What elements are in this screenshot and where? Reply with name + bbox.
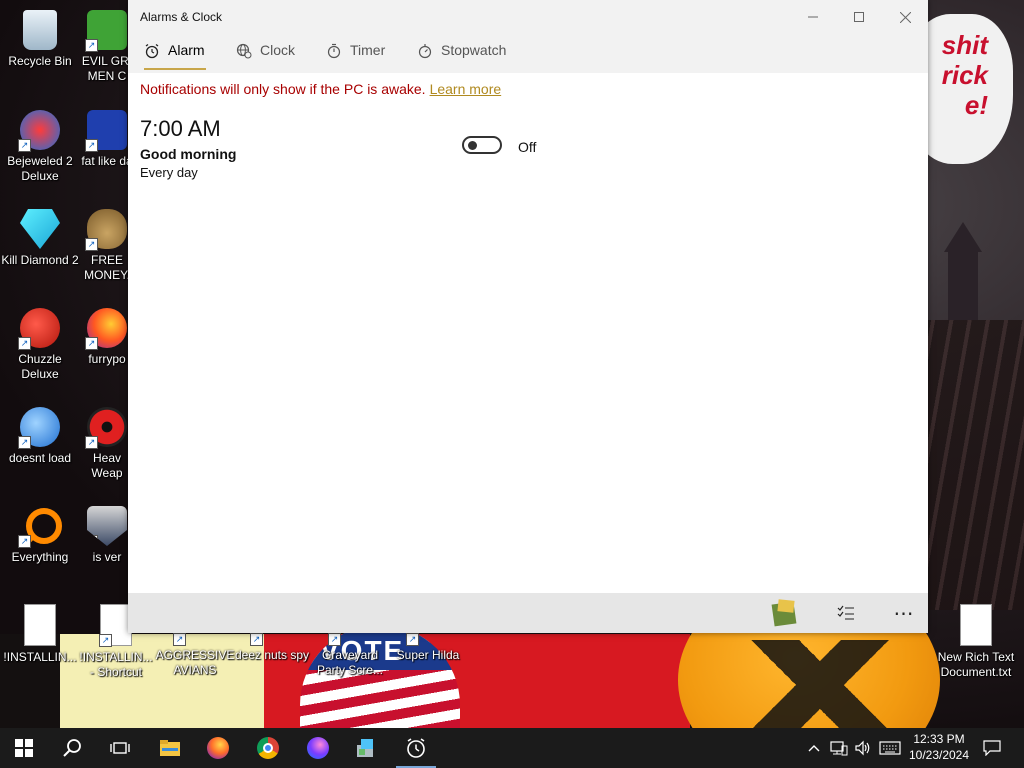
recycle-bin-icon [23,10,57,50]
firefox-nightly-button[interactable] [294,728,342,768]
bejeweled-icon: ↗ [18,110,60,152]
volume-button[interactable] [852,728,874,768]
bonus-pack-button[interactable] [764,593,804,633]
title-bar[interactable]: Alarms & Clock [128,0,928,34]
search-icon: ↗ [18,506,62,548]
wallpaper-speech-text: shit rick e! [941,30,988,120]
money-bag-icon: ↗ [85,209,127,251]
keyboard-icon [879,741,901,755]
desktop-icon-new-rich-text[interactable]: New Rich Text Document.txt [936,604,1016,680]
notification-icon [983,740,1001,756]
text-file-icon [24,604,56,646]
chrome-taskbar-button[interactable] [244,728,292,768]
stopwatch-icon [418,44,432,59]
tab-timer-label: Timer [350,42,386,58]
desktop-icon-recycle-bin[interactable]: Recycle Bin [0,10,80,69]
tab-stopwatch-label: Stopwatch [441,42,507,58]
tab-timer[interactable]: Timer [326,42,385,70]
thunderbird-icon: ↗ [18,407,60,449]
shield-icon: ↗ [87,506,127,546]
desktop-icon-kill-diamond[interactable]: Kill Diamond 2 [0,209,80,268]
tab-alarm-label: Alarm [168,42,205,58]
desktop-icon-installing[interactable]: !INSTALLIN... [0,604,80,665]
more-icon: ⋯ [893,602,915,625]
tab-clock[interactable]: Clock [236,42,295,70]
world-clock-icon [236,43,252,59]
clock-time: 12:33 PM [913,732,965,746]
alarm-repeat: Every day [140,165,198,180]
alarm-toggle-state: Off [518,139,537,155]
search-icon [63,739,81,757]
notice-text: Notifications will only show if the PC i… [140,81,426,97]
alarm-name: Good morning [140,146,237,162]
wallpaper-church-roof [944,222,982,252]
command-bar: ⋯ [128,593,928,633]
chevron-up-icon [808,745,820,752]
close-button[interactable] [882,0,928,34]
desktop-icon-everything[interactable]: ↗ Everything [0,506,80,565]
firefox-icon [207,737,229,759]
tab-alarm[interactable]: Alarm [144,42,206,70]
show-hidden-icons-button[interactable] [804,728,824,768]
desktop-icon-doesnt-load[interactable]: ↗ doesnt load [0,407,80,466]
bonus-pack-icon [771,599,797,627]
alarm-time: 7:00 AM [140,116,221,141]
desktop-icon-bejeweled[interactable]: ↗ Bejeweled 2 Deluxe [0,110,80,184]
diamond-icon [20,209,60,249]
chrome-icon [257,737,279,759]
app-installer-button[interactable] [342,728,390,768]
firefox-nightly-icon [307,737,329,759]
awake-notice: Notifications will only show if the PC i… [140,81,501,97]
file-explorer-button[interactable] [146,728,194,768]
tab-stopwatch[interactable]: Stopwatch [417,42,506,70]
select-alarms-button[interactable] [826,593,866,633]
minimize-icon [808,16,818,18]
toggle-knob [468,141,477,150]
clock-date: 10/23/2024 [908,748,970,762]
alarms-clock-taskbar-button[interactable] [392,728,440,768]
taskbar: 12:33 PM 10/23/2024 [0,728,1024,768]
task-view-button[interactable] [96,728,144,768]
start-icon [15,739,33,757]
file-explorer-icon [160,740,180,756]
volume-icon [855,740,870,756]
maximize-icon [854,12,864,22]
learn-more-link[interactable]: Learn more [430,81,502,97]
game-icon: ↗ [85,110,127,152]
tab-clock-label: Clock [260,42,296,58]
minimize-button[interactable] [790,0,836,34]
text-file-icon [960,604,992,646]
desktop-icon-chuzzle[interactable]: ↗ Chuzzle Deluxe [0,308,80,382]
close-icon [899,11,911,23]
alarms-clock-window: Alarms & Clock Alarm Clock Timer Stopwat… [128,0,928,633]
taskbar-clock[interactable]: 12:33 PM 10/23/2024 [900,731,978,763]
radiation-icon: ↗ [85,407,127,449]
wallpaper-church [948,250,978,320]
tab-bar: Alarm Clock Timer Stopwatch [128,34,928,73]
network-button[interactable] [828,728,850,768]
timer-icon [327,43,341,59]
wallpaper-tree [925,320,1024,610]
app-installer-icon [357,739,373,757]
search-button[interactable] [48,728,96,768]
network-icon [830,741,848,756]
start-button[interactable] [0,728,48,768]
alarm-icon [145,43,159,59]
wallpaper-pumpkin-face [745,640,895,728]
maximize-button[interactable] [836,0,882,34]
chuzzle-icon: ↗ [18,308,60,350]
action-center-button[interactable] [978,728,1006,768]
firefox-icon: ↗ [85,308,127,350]
alarm-toggle[interactable] [462,136,502,154]
more-button[interactable]: ⋯ [884,593,924,633]
select-alarms-icon [837,605,854,620]
task-view-icon [110,742,130,754]
window-title: Alarms & Clock [140,10,223,24]
firefox-taskbar-button[interactable] [194,728,242,768]
alarms-clock-icon [407,738,425,758]
evil-grimen-icon: ↗ [85,10,127,52]
